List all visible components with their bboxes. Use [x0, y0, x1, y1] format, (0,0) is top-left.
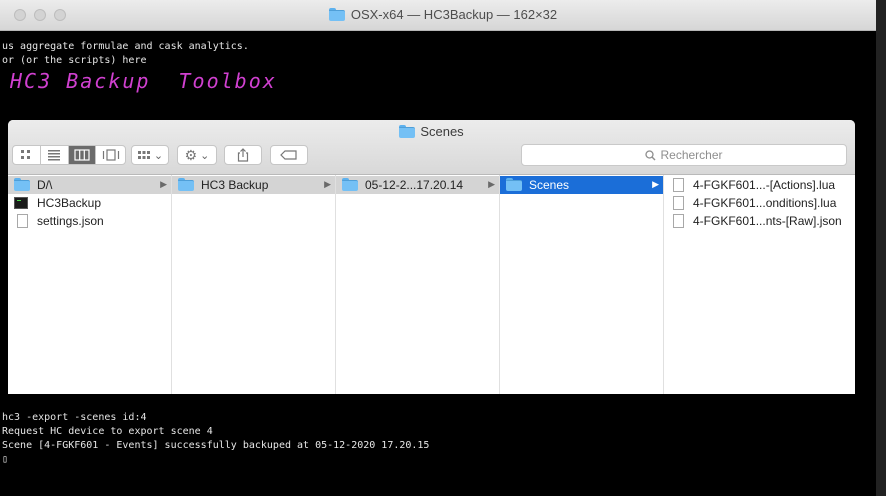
browser-column[interactable]: 4-FGKF601...-[Actions].lua 4-FGKF601...o… [664, 175, 855, 394]
chevron-right-icon: ▶ [160, 179, 167, 189]
list-item[interactable]: 4-FGKF601...-[Actions].lua [664, 176, 855, 194]
terminal-line: Request HC device to export scene 4 [2, 426, 213, 437]
list-item[interactable]: D/\ ▶ [8, 176, 171, 194]
gallery-view-icon[interactable] [96, 146, 125, 164]
search-input[interactable]: Rechercher [521, 144, 847, 166]
chevron-right-icon: ▶ [488, 179, 495, 189]
document-icon [17, 214, 28, 228]
view-mode-selector[interactable] [12, 145, 126, 165]
browser-column[interactable]: Scenes ▶ [500, 175, 664, 394]
share-button[interactable] [224, 145, 262, 165]
list-item[interactable]: 4-FGKF601...nts-[Raw].json [664, 212, 855, 230]
gear-icon: ⚙ [184, 146, 198, 163]
folder-icon [14, 178, 30, 191]
chevron-right-icon: ▶ [324, 179, 331, 189]
column-browser[interactable]: D/\ ▶ HC3Backup settings.json HC3 Backup… [8, 175, 855, 394]
terminal-line: us aggregate formulae and cask analytics… [2, 41, 249, 52]
chevron-down-icon: ⌄ [200, 149, 210, 162]
terminal-line: or (or the scripts) here [2, 55, 147, 66]
finder-title: Scenes [8, 124, 855, 139]
ascii-banner: HC3 Backup Toolbox [10, 69, 277, 93]
list-item[interactable]: 4-FGKF601...onditions].lua [664, 194, 855, 212]
document-icon [673, 214, 684, 228]
search-icon [645, 150, 656, 164]
folder-icon [399, 125, 416, 138]
list-view-icon[interactable] [41, 146, 69, 164]
folder-icon [328, 8, 345, 21]
executable-icon [14, 197, 28, 209]
document-icon [673, 196, 684, 210]
list-item[interactable]: HC3Backup [8, 194, 171, 212]
chevron-right-icon: ▶ [652, 179, 659, 189]
group-icon [137, 151, 150, 159]
search-placeholder: Rechercher [660, 148, 723, 162]
terminal-line: Scene [4-FGKF601 - Events] successfully … [2, 440, 430, 451]
list-item[interactable]: Scenes ▶ [500, 176, 663, 194]
terminal-titlebar: OSX-x64 — HC3Backup — 162×32 [0, 0, 886, 31]
action-button[interactable]: ⚙ ⌄ [177, 145, 217, 165]
list-item[interactable]: settings.json [8, 212, 171, 230]
tag-button[interactable] [270, 145, 308, 165]
share-icon [237, 148, 249, 162]
folder-icon [342, 178, 358, 191]
terminal-title: OSX-x64 — HC3Backup — 162×32 [0, 7, 886, 22]
chevron-down-icon: ⌄ [153, 149, 164, 162]
finder-toolbar: Scenes ⌄ ⚙ ⌄ Rechercher [8, 120, 855, 175]
folder-icon [178, 178, 194, 191]
browser-column[interactable]: 05-12-2...17.20.14 ▶ [336, 175, 500, 394]
folder-icon [506, 178, 522, 191]
tag-icon [280, 150, 297, 160]
group-button[interactable]: ⌄ [131, 145, 169, 165]
list-item[interactable]: 05-12-2...17.20.14 ▶ [336, 176, 499, 194]
document-icon [673, 178, 684, 192]
icon-view-icon[interactable] [13, 146, 41, 164]
terminal-line: hc3 -export -scenes id:4 [2, 412, 147, 423]
finder-window: Scenes ⌄ ⚙ ⌄ Rechercher D/\ ▶ HC3Backup … [8, 120, 855, 394]
window-edge [876, 0, 886, 496]
terminal-cursor: ▯ [2, 454, 9, 465]
browser-column[interactable]: HC3 Backup ▶ [172, 175, 336, 394]
browser-column[interactable]: D/\ ▶ HC3Backup settings.json [8, 175, 172, 394]
list-item[interactable]: HC3 Backup ▶ [172, 176, 335, 194]
column-view-icon[interactable] [68, 146, 97, 164]
